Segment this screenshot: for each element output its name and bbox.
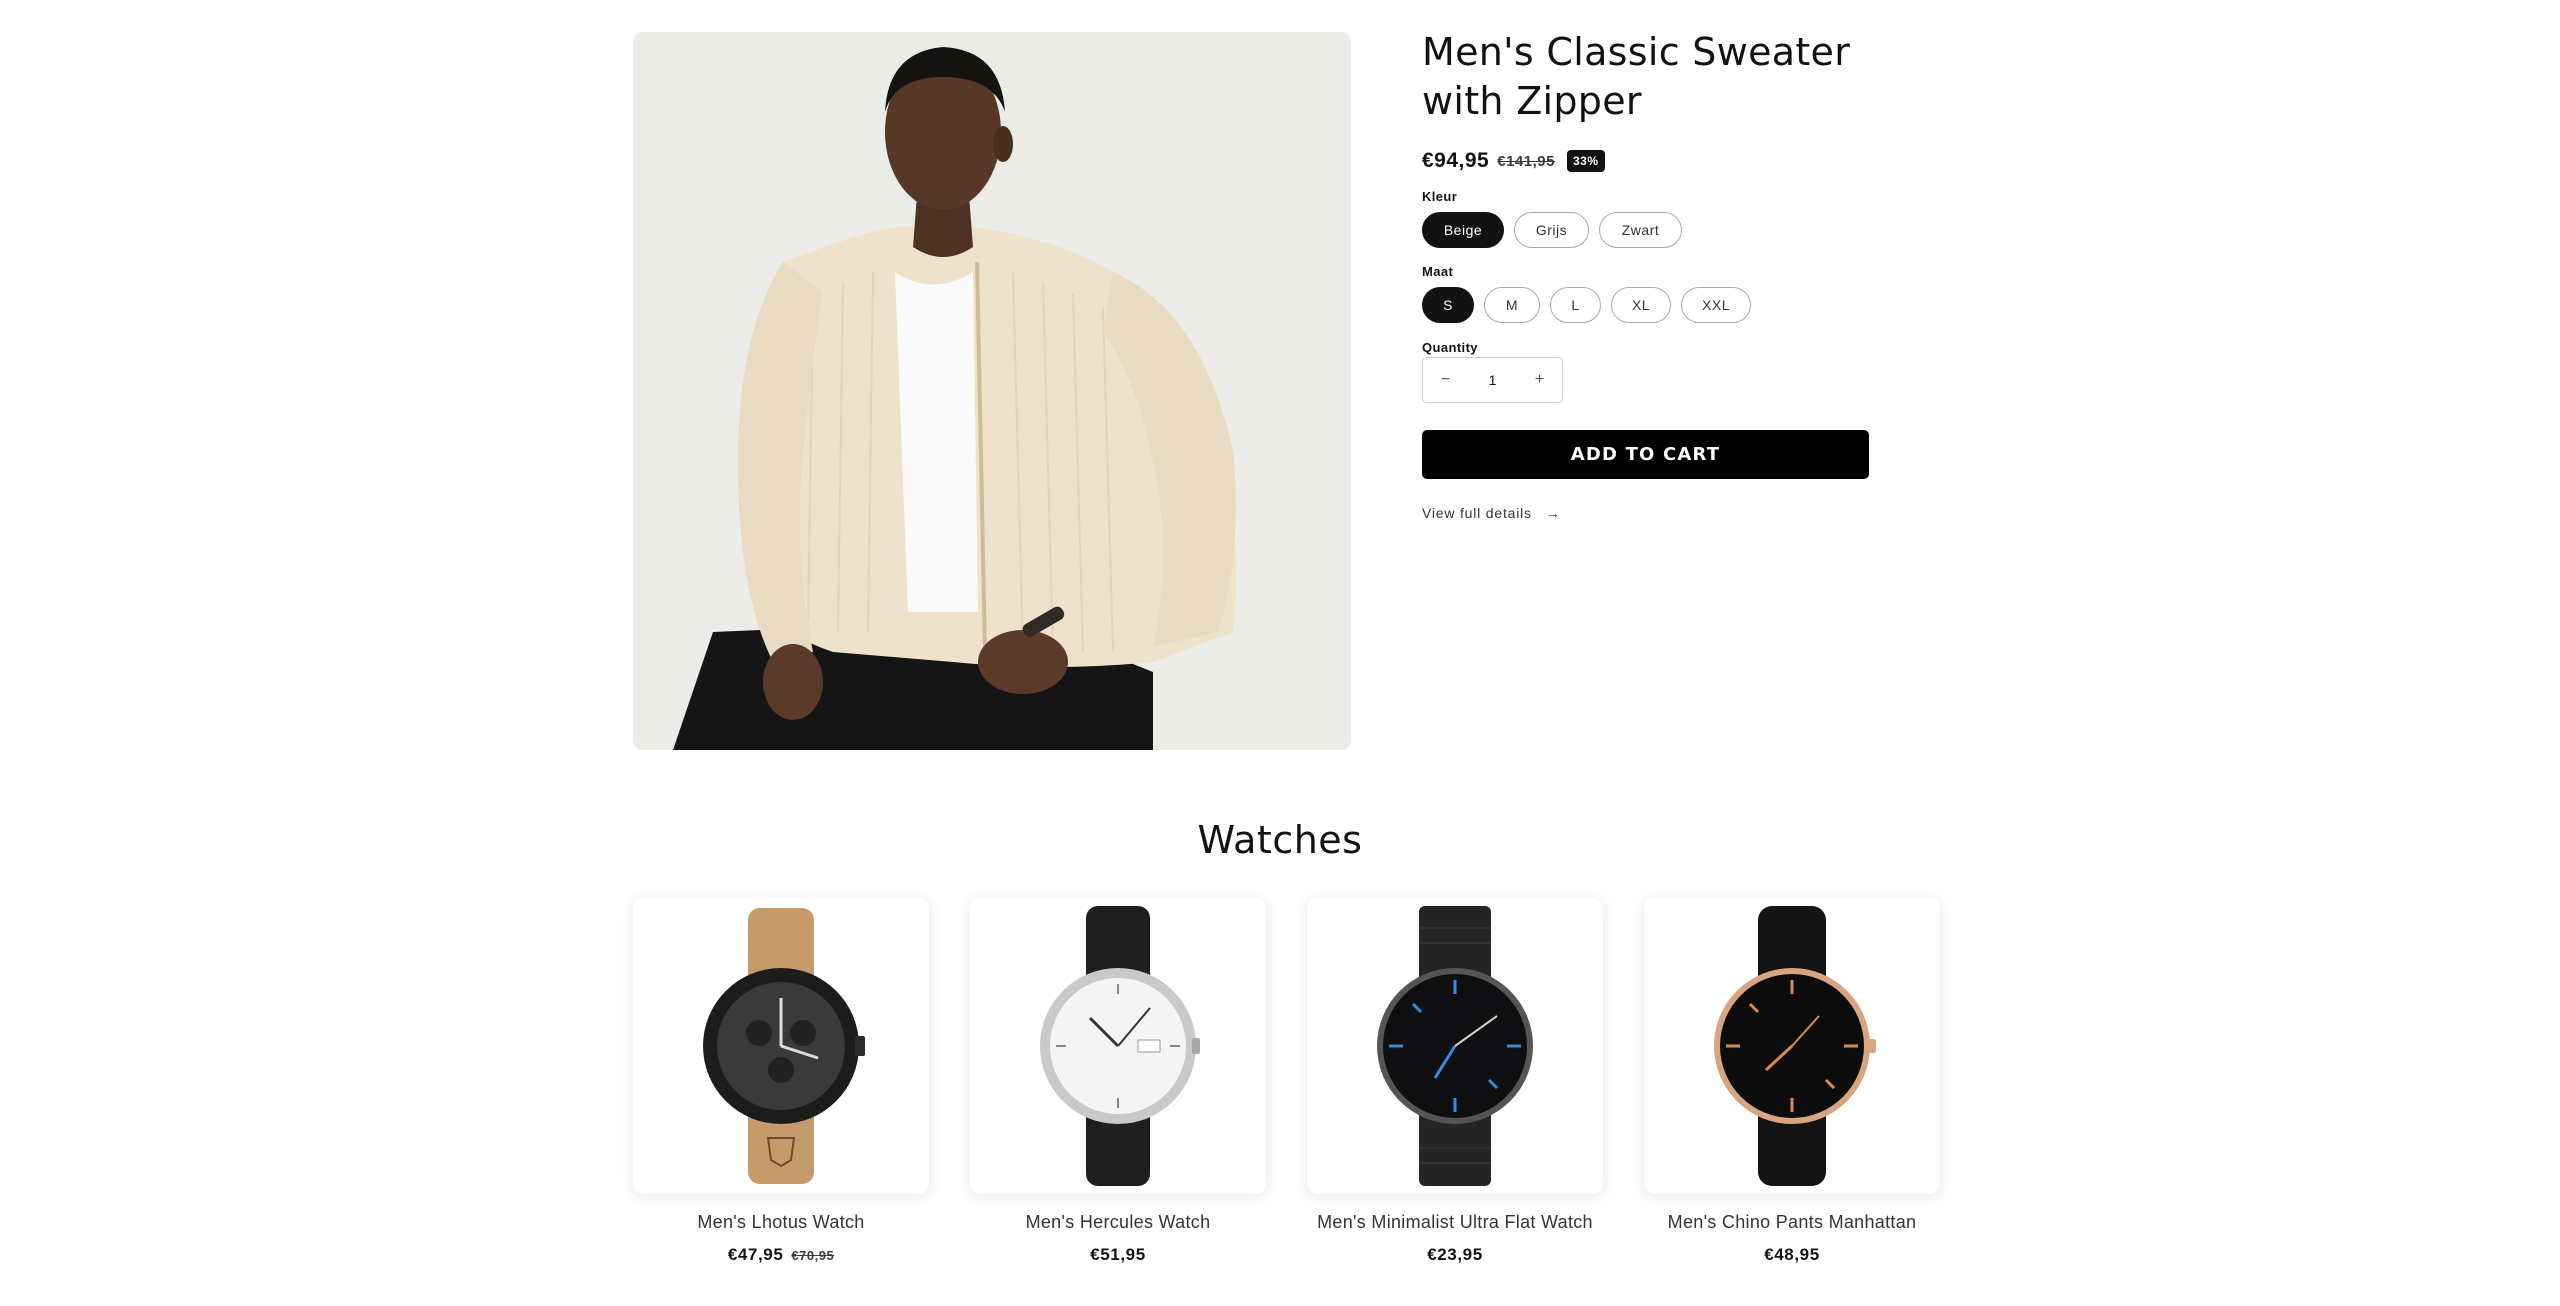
product-card: Men's Hercules Watch €51,95: [970, 898, 1266, 1265]
size-options: S M L XL XXL: [1422, 287, 1751, 323]
product-card: Men's Chino Pants Manhattan €48,95: [1644, 898, 1940, 1265]
quantity-label: Quantity: [1422, 340, 1478, 355]
add-to-cart-button[interactable]: ADD TO CART: [1422, 430, 1869, 479]
product-card: Men's Minimalist Ultra Flat Watch €23,95: [1307, 898, 1603, 1265]
product-card-sale-price: €47,95: [727, 1245, 784, 1264]
view-full-details-label: View full details: [1422, 505, 1532, 521]
product-card-image[interactable]: [633, 898, 929, 1194]
product-image[interactable]: [633, 32, 1351, 750]
sale-price: €94,95: [1422, 149, 1490, 172]
product-card-image[interactable]: [970, 898, 1266, 1194]
product-card-price: €51,95: [970, 1245, 1266, 1265]
quantity-decrease-button[interactable]: −: [1423, 371, 1468, 389]
product-card-title[interactable]: Men's Hercules Watch: [970, 1212, 1266, 1233]
quantity-increase-button[interactable]: +: [1517, 371, 1562, 389]
color-option-grijs[interactable]: Grijs: [1514, 212, 1589, 248]
price-row: €94,95 €141,95 33%: [1422, 146, 1605, 176]
size-option-s[interactable]: S: [1422, 287, 1474, 323]
product-photo-sweater: [633, 32, 1351, 750]
quantity-input[interactable]: 1: [1468, 372, 1517, 388]
product-card-image[interactable]: [1644, 898, 1940, 1194]
size-option-xl[interactable]: XL: [1611, 287, 1671, 323]
size-option-xxl[interactable]: XXL: [1681, 287, 1751, 323]
arrow-right-icon: →: [1545, 505, 1561, 521]
watch-image-black-mesh-blue: [1377, 906, 1533, 1186]
watch-image-black-leather-rose-gold: [1714, 906, 1876, 1186]
recommendations-title: Watches: [1197, 818, 1363, 862]
watch-image-brown-leather: [703, 908, 865, 1184]
product-card-title[interactable]: Men's Chino Pants Manhattan: [1644, 1212, 1940, 1233]
product-card-sale-price: €48,95: [1764, 1245, 1820, 1264]
view-full-details-link[interactable]: View full details →: [1422, 505, 1561, 521]
product-card: Men's Lhotus Watch €47,95 €70,95: [633, 898, 929, 1265]
color-option-beige[interactable]: Beige: [1422, 212, 1504, 248]
size-option-m[interactable]: M: [1484, 287, 1540, 323]
product-card-sale-price: €51,95: [1090, 1245, 1146, 1264]
color-label: Kleur: [1422, 189, 1458, 204]
quantity-stepper: − 1 +: [1422, 357, 1563, 403]
watch-image-black-leather-white-dial: [1040, 906, 1200, 1186]
product-card-title[interactable]: Men's Lhotus Watch: [633, 1212, 929, 1233]
color-option-zwart[interactable]: Zwart: [1599, 212, 1682, 248]
product-card-image[interactable]: [1307, 898, 1603, 1194]
discount-badge: 33%: [1566, 150, 1605, 172]
compare-price: €141,95: [1497, 152, 1555, 170]
product-card-price: €47,95 €70,95: [633, 1245, 929, 1265]
product-card-title[interactable]: Men's Minimalist Ultra Flat Watch: [1307, 1212, 1603, 1233]
product-title: Men's Classic Sweater with Zipper: [1422, 30, 1851, 123]
size-label: Maat: [1422, 264, 1454, 279]
color-options: Beige Grijs Zwart: [1422, 212, 1682, 248]
product-card-price: €23,95: [1307, 1245, 1603, 1265]
product-card-compare-price: €70,95: [791, 1248, 835, 1263]
product-card-price: €48,95: [1644, 1245, 1940, 1265]
size-option-l[interactable]: L: [1550, 287, 1601, 323]
product-card-sale-price: €23,95: [1427, 1245, 1483, 1264]
